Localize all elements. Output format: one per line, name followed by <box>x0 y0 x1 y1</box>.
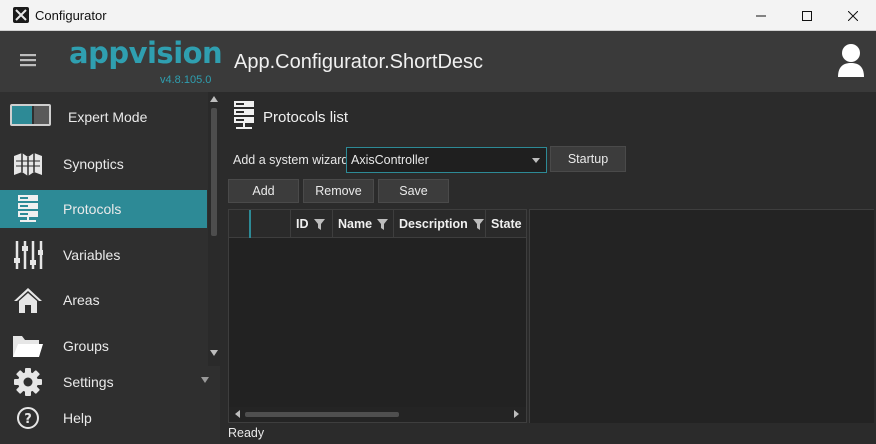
chevron-down-icon <box>532 158 540 163</box>
sidebar-item-variables[interactable]: Variables <box>0 236 207 274</box>
sidebar-scrollbar[interactable] <box>208 92 220 366</box>
filter-icon[interactable] <box>472 218 484 230</box>
sliders-icon <box>12 239 44 271</box>
sidebar-item-protocols[interactable]: Protocols <box>0 190 207 228</box>
column-header-description[interactable]: Description <box>394 210 486 238</box>
expert-mode-label: Expert Mode <box>68 109 148 125</box>
column-header-state[interactable]: State <box>486 210 524 238</box>
column-header-label: State <box>491 217 522 231</box>
scroll-down-arrow-icon[interactable] <box>210 350 218 356</box>
grid-header: ID Name Description State <box>229 210 526 238</box>
protocols-grid[interactable]: ID Name Description State <box>228 209 527 423</box>
sidebar-item-synoptics[interactable]: Synoptics <box>0 145 207 183</box>
sidebar-item-label: Groups <box>63 338 109 354</box>
page-title: Protocols list <box>263 109 349 126</box>
column-header-label: Description <box>399 217 468 231</box>
scrollbar-thumb[interactable] <box>245 412 399 417</box>
sidebar-item-label: Settings <box>63 374 114 390</box>
sidebar-item-label: Areas <box>63 292 100 308</box>
system-wizard-value: AxisController <box>351 153 429 167</box>
column-header-id[interactable]: ID <box>291 210 333 238</box>
home-icon <box>12 284 44 316</box>
sidebar-item-label: Variables <box>63 247 121 263</box>
wizard-label: Add a system wizard <box>233 153 349 167</box>
column-header-label: ID <box>296 217 309 231</box>
save-button[interactable]: Save <box>378 179 449 203</box>
scrollbar-thumb[interactable] <box>211 108 217 236</box>
user-avatar[interactable] <box>836 42 866 81</box>
version-label: v4.8.105.0 <box>160 74 212 86</box>
map-icon <box>12 148 44 180</box>
maximize-button[interactable] <box>784 0 830 31</box>
minimize-button[interactable] <box>738 0 784 31</box>
gear-icon <box>12 366 44 398</box>
sidebar-item-settings[interactable]: Settings <box>0 363 207 401</box>
server-icon <box>12 193 44 225</box>
app-title: App.Configurator.ShortDesc <box>234 51 484 73</box>
app-icon <box>13 7 29 23</box>
chevron-down-icon <box>201 377 209 383</box>
maximize-icon <box>802 10 812 21</box>
app-header: appvision v4.8.105.0 App.Configurator.Sh… <box>0 31 876 92</box>
column-header-label: Name <box>338 217 373 231</box>
help-icon: ? <box>12 402 44 434</box>
sidebar-item-label: Protocols <box>63 201 122 217</box>
minimize-icon <box>756 15 766 16</box>
user-icon <box>838 44 864 77</box>
startup-button[interactable]: Startup <box>550 146 626 172</box>
server-icon <box>233 100 255 135</box>
status-text: Ready <box>228 426 265 440</box>
detail-panel <box>529 209 874 423</box>
svg-text:?: ? <box>24 412 32 427</box>
expert-mode-toggle[interactable] <box>10 104 51 126</box>
system-wizard-select[interactable]: AxisController <box>346 147 547 173</box>
close-icon <box>848 10 858 21</box>
sidebar-item-label: Help <box>63 410 92 426</box>
sidebar-item-help[interactable]: ? Help <box>0 399 207 437</box>
scroll-right-arrow-icon[interactable] <box>514 410 519 418</box>
menu-icon <box>20 54 36 67</box>
grid-horizontal-scrollbar[interactable] <box>229 407 526 422</box>
hamburger-menu-button[interactable] <box>20 53 36 70</box>
logo: appvision <box>69 36 223 70</box>
sidebar-item-groups[interactable]: Groups <box>0 327 207 365</box>
sidebar: Expert Mode Synoptics Protocols Variable… <box>0 92 220 444</box>
window-title: Configurator <box>35 7 107 23</box>
remove-button[interactable]: Remove <box>303 179 374 203</box>
filter-icon[interactable] <box>377 218 389 230</box>
column-header-name[interactable]: Name <box>333 210 394 238</box>
row-selector-header <box>229 210 251 238</box>
sidebar-item-label: Synoptics <box>63 156 124 172</box>
filter-icon[interactable] <box>313 218 325 230</box>
title-bar: Configurator <box>0 0 876 31</box>
close-button[interactable] <box>830 0 876 31</box>
folder-icon <box>12 330 44 362</box>
scroll-up-arrow-icon[interactable] <box>210 96 218 102</box>
scroll-left-arrow-icon[interactable] <box>235 410 240 418</box>
add-button[interactable]: Add <box>228 179 299 203</box>
empty-column-header <box>251 210 291 238</box>
main-content: Protocols list Add a system wizard AxisC… <box>220 92 876 444</box>
sidebar-item-areas[interactable]: Areas <box>0 281 207 319</box>
